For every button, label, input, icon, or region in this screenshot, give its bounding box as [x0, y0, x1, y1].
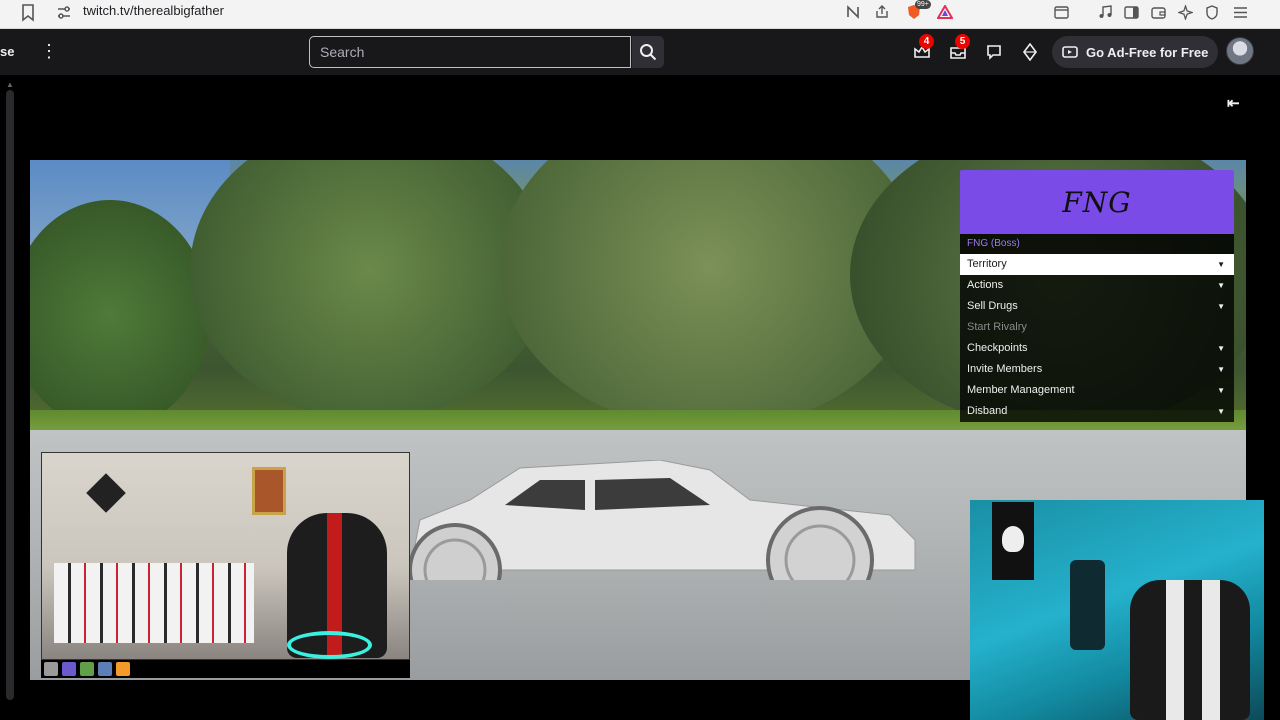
go-ad-free-label: Go Ad-Free for Free: [1086, 44, 1209, 60]
chevron-down-icon: ▼: [1217, 365, 1225, 374]
reader-mode-icon[interactable]: [844, 3, 862, 21]
stream-overlay-icon: [116, 662, 130, 676]
menu-item-label: Member Management: [967, 384, 1075, 396]
gang-menu-header: FNG: [960, 170, 1234, 234]
go-ad-free-button[interactable]: Go Ad-Free for Free: [1052, 36, 1218, 68]
bits-gem-icon: [1023, 43, 1037, 61]
menu-item-label: Territory: [967, 258, 1007, 270]
menu-item-sell-drugs[interactable]: Sell Drugs ▼: [960, 296, 1234, 317]
chevron-down-icon: ▼: [1217, 407, 1225, 416]
webcam-misfits-poster: [992, 502, 1034, 580]
notifications-button[interactable]: 5: [947, 34, 970, 63]
expand-chat-icon[interactable]: ⇤: [1227, 94, 1245, 112]
webcam-poster: [252, 467, 286, 515]
gang-menu-title: FNG: [1062, 185, 1132, 219]
prime-loot-button[interactable]: 4: [911, 34, 934, 63]
site-settings-icon[interactable]: [56, 5, 72, 21]
search-input[interactable]: Search: [309, 36, 631, 68]
streamer-webcam-right: [970, 500, 1264, 720]
webcam-gaming-chair: [1130, 580, 1250, 720]
tab-search-icon[interactable]: [1052, 3, 1070, 21]
chevron-down-icon: ▼: [1217, 281, 1225, 290]
game-tree: [190, 160, 550, 420]
hamburger-menu-icon[interactable]: [1231, 3, 1249, 21]
webcam-bed: [54, 563, 254, 643]
menu-item-member-management[interactable]: Member Management ▼: [960, 380, 1234, 401]
browser-toolbar: twitch.tv/therealbigfather 99+: [0, 0, 1280, 29]
chevron-down-icon: ▼: [1217, 386, 1225, 395]
chevron-down-icon: ▼: [1217, 344, 1225, 353]
gang-menu: FNG FNG (Boss) Territory ▼ Actions ▼ Sel…: [960, 170, 1234, 422]
whispers-badge: 5: [955, 34, 970, 49]
menu-item-label: Checkpoints: [967, 342, 1028, 354]
chat-bubble-icon: [987, 45, 1001, 60]
twitch-top-nav: se ⋮ Search 4 5 Go Ad-Free for Free: [0, 29, 1280, 75]
bookmark-icon[interactable]: [21, 4, 35, 22]
menu-item-invite-members[interactable]: Invite Members ▼: [960, 359, 1234, 380]
vpn-shield-icon[interactable]: [1203, 3, 1221, 21]
menu-item-actions[interactable]: Actions ▼: [960, 275, 1234, 296]
gang-menu-subtitle: FNG (Boss): [960, 234, 1234, 254]
brave-shield-icon[interactable]: 99+: [905, 0, 931, 21]
stream-overlay-icon: [44, 662, 58, 676]
address-bar-url[interactable]: twitch.tv/therealbigfather: [83, 4, 224, 18]
webcam-strip: [41, 660, 410, 678]
webcam-rgb-ring: [287, 631, 372, 659]
page-scrollbar[interactable]: [6, 90, 14, 700]
leo-ai-icon[interactable]: [1176, 3, 1194, 21]
user-avatar[interactable]: [1226, 37, 1254, 65]
inbox-badge: 4: [919, 34, 934, 49]
menu-item-territory[interactable]: Territory ▼: [960, 254, 1234, 275]
scroll-up-icon[interactable]: ▲: [6, 80, 14, 89]
ad-free-icon: [1062, 46, 1078, 58]
menu-item-disband[interactable]: Disband ▼: [960, 401, 1234, 422]
more-options-icon[interactable]: ⋮: [40, 41, 58, 61]
menu-item-label: Disband: [967, 405, 1008, 417]
chevron-down-icon: ▼: [1217, 302, 1225, 311]
share-icon[interactable]: [873, 3, 891, 21]
search-icon: [640, 44, 657, 61]
streamer-webcam-left: [41, 452, 410, 660]
nav-browse-link[interactable]: se: [0, 44, 14, 59]
menu-item-label: Actions: [967, 279, 1004, 291]
stream-overlay-icon: [80, 662, 94, 676]
game-car: [410, 460, 916, 580]
extension-badge: 99+: [915, 0, 931, 9]
whispers-button[interactable]: [983, 41, 1005, 63]
webcam-chair-back: [1070, 560, 1105, 650]
stream-overlay-icon: [62, 662, 76, 676]
chevron-down-icon: ▼: [1217, 260, 1225, 269]
bits-button[interactable]: [1019, 41, 1041, 63]
brave-rewards-icon[interactable]: [936, 3, 954, 21]
wallet-icon[interactable]: [1149, 3, 1167, 21]
menu-item-label: Start Rivalry: [967, 321, 1027, 333]
menu-item-label: Sell Drugs: [967, 300, 1018, 312]
media-icon[interactable]: [1096, 3, 1114, 21]
search-button[interactable]: [632, 36, 664, 68]
stream-overlay-icon: [98, 662, 112, 676]
webcam-wall-decor: [86, 473, 126, 513]
sidebar-icon[interactable]: [1122, 3, 1140, 21]
menu-item-checkpoints[interactable]: Checkpoints ▼: [960, 338, 1234, 359]
menu-item-label: Invite Members: [967, 363, 1043, 375]
menu-item-start-rivalry: Start Rivalry: [960, 317, 1234, 338]
